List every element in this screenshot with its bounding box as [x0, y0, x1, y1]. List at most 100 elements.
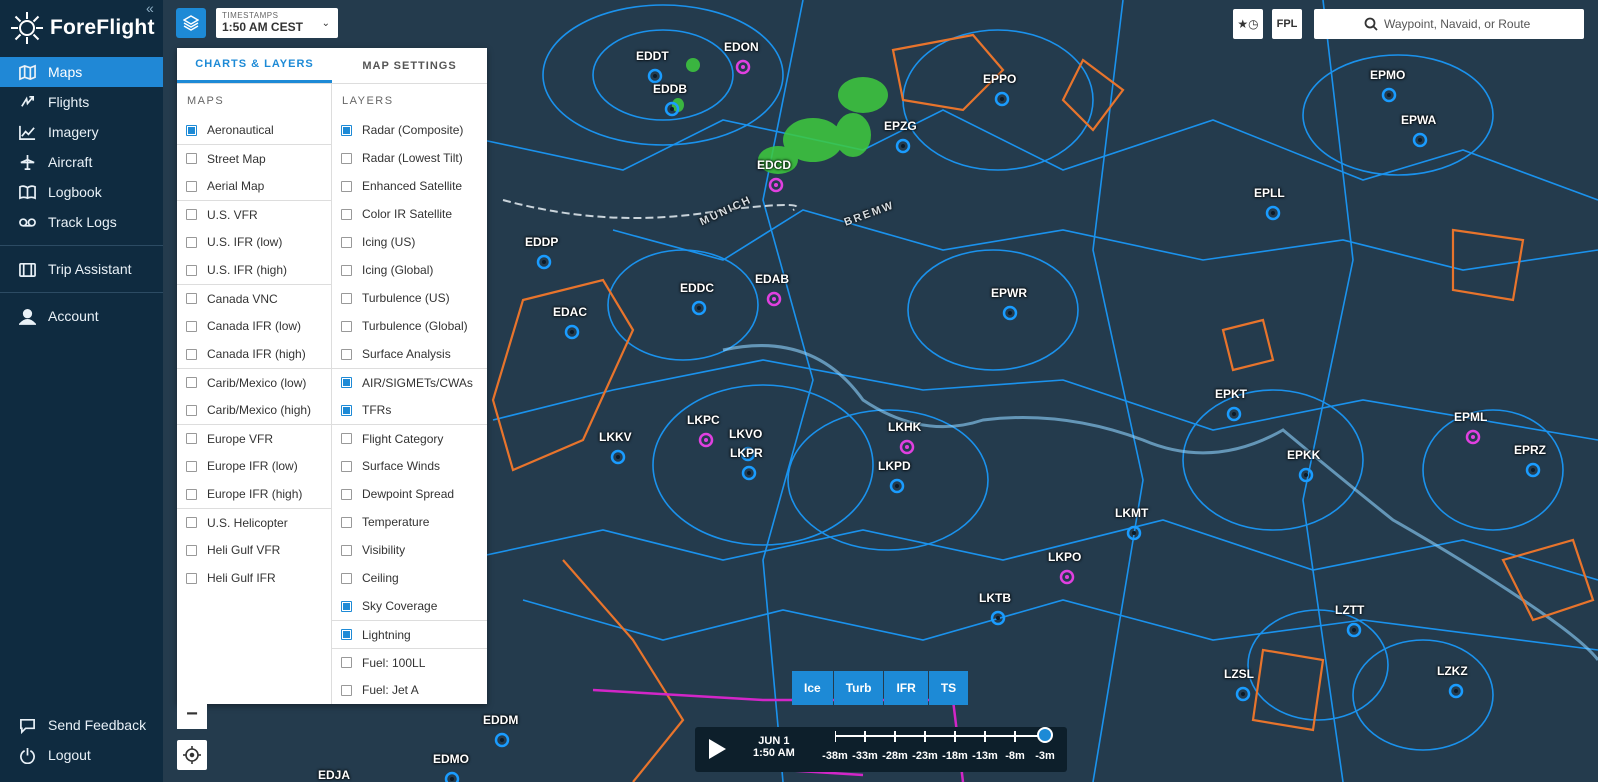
- airport-symbol-icon[interactable]: [1343, 619, 1365, 641]
- airport-symbol-icon[interactable]: [441, 768, 463, 782]
- checkbox[interactable]: [341, 629, 352, 640]
- zoom-out-button[interactable]: −: [177, 699, 207, 729]
- checkbox[interactable]: [186, 320, 197, 332]
- checkbox[interactable]: [186, 209, 197, 220]
- option-fuel-jet-a[interactable]: Fuel: Jet A: [332, 676, 487, 704]
- option-aeronautical[interactable]: Aeronautical: [177, 116, 331, 144]
- airport-symbol-icon[interactable]: [607, 446, 629, 468]
- checkbox[interactable]: [341, 124, 352, 136]
- airport-symbol-icon[interactable]: [999, 302, 1021, 324]
- checkbox[interactable]: [341, 377, 352, 388]
- option-radar-composite[interactable]: Radar (Composite): [332, 116, 487, 144]
- airport-label-edab[interactable]: EDAB: [755, 272, 789, 286]
- ts-button[interactable]: TS: [928, 671, 969, 705]
- checkbox[interactable]: [186, 348, 197, 360]
- airport-label-lkkv[interactable]: LKKV: [599, 430, 632, 444]
- checkbox[interactable]: [341, 348, 352, 360]
- checkbox[interactable]: [186, 293, 197, 304]
- airport-symbol-icon[interactable]: [1522, 459, 1544, 481]
- airport-symbol-icon[interactable]: [1445, 680, 1467, 702]
- option-street-map[interactable]: Street Map: [177, 144, 331, 172]
- airport-label-epml[interactable]: EPML: [1454, 410, 1487, 424]
- checkbox[interactable]: [186, 180, 197, 192]
- checkbox[interactable]: [341, 600, 352, 612]
- airport-label-lztt[interactable]: LZTT: [1335, 603, 1364, 617]
- option-icing-us[interactable]: Icing (US): [332, 228, 487, 256]
- sidebar-item-track-logs[interactable]: Track Logs: [0, 207, 163, 237]
- checkbox[interactable]: [341, 292, 352, 304]
- option-canada-ifr-high[interactable]: Canada IFR (high): [177, 340, 331, 368]
- option-surface-analysis[interactable]: Surface Analysis: [332, 340, 487, 368]
- airport-label-lktb[interactable]: LKTB: [979, 591, 1011, 605]
- option-carib-mexico-low[interactable]: Carib/Mexico (low): [177, 368, 331, 396]
- airport-label-epwa[interactable]: EPWA: [1401, 113, 1436, 127]
- airport-symbol-icon[interactable]: [533, 251, 555, 273]
- airport-symbol-icon[interactable]: [738, 462, 760, 484]
- search-input[interactable]: [1384, 17, 1584, 31]
- tab-charts-layers[interactable]: CHARTS & LAYERS: [177, 48, 332, 83]
- checkbox[interactable]: [341, 320, 352, 332]
- option-heli-gulf-vfr[interactable]: Heli Gulf VFR: [177, 536, 331, 564]
- option-canada-ifr-low[interactable]: Canada IFR (low): [177, 312, 331, 340]
- option-turbulence-us[interactable]: Turbulence (US): [332, 284, 487, 312]
- option-canada-vnc[interactable]: Canada VNC: [177, 284, 331, 312]
- checkbox[interactable]: [186, 572, 197, 584]
- option-ceiling[interactable]: Ceiling: [332, 564, 487, 592]
- airport-symbol-icon[interactable]: [491, 729, 513, 751]
- sidebar-item-logout[interactable]: Logout: [0, 740, 163, 770]
- checkbox[interactable]: [341, 236, 352, 248]
- airport-label-eddb[interactable]: EDDB: [653, 82, 687, 96]
- airport-label-lzsl[interactable]: LZSL: [1224, 667, 1254, 681]
- airport-label-eddm[interactable]: EDDM: [483, 713, 518, 727]
- option-europe-ifr-high[interactable]: Europe IFR (high): [177, 480, 331, 508]
- checkbox[interactable]: [186, 264, 197, 276]
- sidebar-item-send-feedback[interactable]: Send Feedback: [0, 710, 163, 740]
- airport-label-epll[interactable]: EPLL: [1254, 186, 1285, 200]
- fpl-button[interactable]: FPL: [1272, 9, 1302, 39]
- airport-label-edmo[interactable]: EDMO: [433, 752, 469, 766]
- airport-label-epzg[interactable]: EPZG: [884, 119, 917, 133]
- checkbox[interactable]: [341, 684, 352, 696]
- checkbox[interactable]: [186, 517, 197, 528]
- locate-button[interactable]: [177, 740, 207, 770]
- option-flight-category[interactable]: Flight Category: [332, 424, 487, 452]
- timeline-handle[interactable]: [1037, 727, 1053, 743]
- airport-symbol-icon[interactable]: [765, 174, 787, 196]
- play-icon[interactable]: [707, 738, 727, 760]
- search-bar[interactable]: [1314, 9, 1584, 39]
- sidebar-item-imagery[interactable]: Imagery: [0, 117, 163, 147]
- option-europe-ifr-low[interactable]: Europe IFR (low): [177, 452, 331, 480]
- timestamps-dropdown[interactable]: TIMESTAMPS 1:50 AM CEST ⌄: [216, 8, 338, 38]
- layers-button[interactable]: [176, 8, 206, 38]
- sidebar-item-logbook[interactable]: Logbook: [0, 177, 163, 207]
- checkbox[interactable]: [341, 488, 352, 500]
- sidebar-item-aircraft[interactable]: Aircraft: [0, 147, 163, 177]
- option-sky-coverage[interactable]: Sky Coverage: [332, 592, 487, 620]
- airport-symbol-icon[interactable]: [732, 56, 754, 78]
- option-visibility[interactable]: Visibility: [332, 536, 487, 564]
- sidebar-item-flights[interactable]: Flights: [0, 87, 163, 117]
- option-europe-vfr[interactable]: Europe VFR: [177, 424, 331, 452]
- airport-symbol-icon[interactable]: [1409, 129, 1431, 151]
- airport-label-lkpd[interactable]: LKPD: [878, 459, 911, 473]
- favorites-history-button[interactable]: ★◷: [1233, 9, 1263, 39]
- option-heli-gulf-ifr[interactable]: Heli Gulf IFR: [177, 564, 331, 592]
- airport-label-eddt[interactable]: EDDT: [636, 49, 669, 63]
- airport-symbol-icon[interactable]: [1123, 522, 1145, 544]
- airport-symbol-icon[interactable]: [695, 429, 717, 451]
- option-temperature[interactable]: Temperature: [332, 508, 487, 536]
- airport-label-lzkz[interactable]: LZKZ: [1437, 664, 1468, 678]
- option-u-s-vfr[interactable]: U.S. VFR: [177, 200, 331, 228]
- checkbox[interactable]: [186, 377, 197, 388]
- sidebar-item-account[interactable]: Account: [0, 301, 163, 331]
- option-surface-winds[interactable]: Surface Winds: [332, 452, 487, 480]
- airport-label-lkhk[interactable]: LKHK: [888, 420, 921, 434]
- airport-symbol-icon[interactable]: [1462, 426, 1484, 448]
- option-radar-lowest-tilt[interactable]: Radar (Lowest Tilt): [332, 144, 487, 172]
- checkbox[interactable]: [186, 460, 197, 472]
- ifr-button[interactable]: IFR: [884, 671, 928, 705]
- airport-symbol-icon[interactable]: [661, 98, 683, 120]
- option-color-ir-satellite[interactable]: Color IR Satellite: [332, 200, 487, 228]
- option-aerial-map[interactable]: Aerial Map: [177, 172, 331, 200]
- checkbox[interactable]: [186, 488, 197, 500]
